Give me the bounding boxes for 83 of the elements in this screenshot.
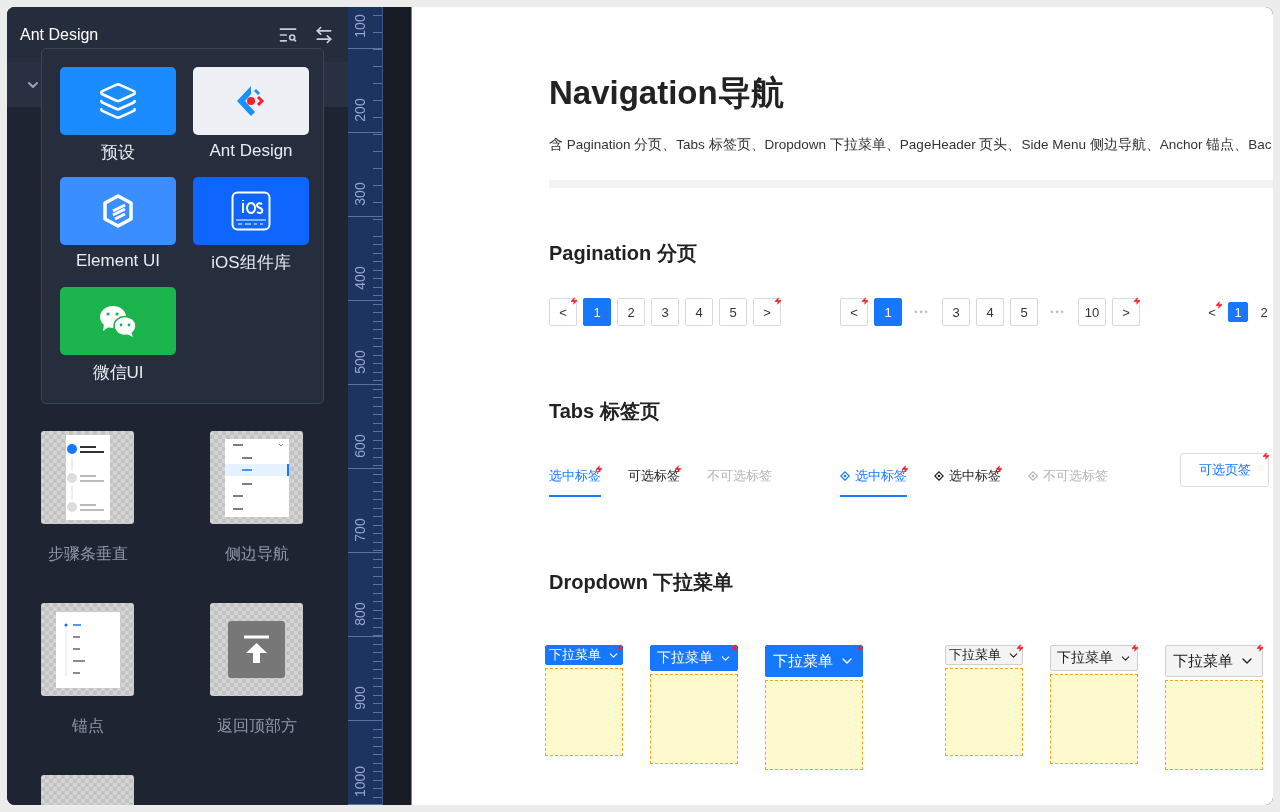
page-button[interactable]: 5 xyxy=(719,298,747,326)
component-thumbnail[interactable] xyxy=(41,603,134,696)
page-button[interactable]: 4 xyxy=(976,298,1004,326)
dropdown-button[interactable]: 下拉菜单 xyxy=(650,645,738,671)
lightning-icon xyxy=(1215,301,1223,309)
library-title: Ant Design xyxy=(20,25,100,44)
library-tile[interactable] xyxy=(60,177,176,245)
lightning-icon xyxy=(861,297,869,305)
lightning-icon xyxy=(774,297,782,305)
component-label: 返回顶部方 xyxy=(216,716,297,736)
page-button[interactable]: 5 xyxy=(1010,298,1038,326)
lightning-icon xyxy=(1256,644,1264,652)
page-button[interactable]: 4 xyxy=(685,298,713,326)
ruler-label: 800 xyxy=(352,601,368,628)
library-label: 预设 xyxy=(101,142,135,164)
next-page-button[interactable]: > xyxy=(1112,298,1140,326)
card-tab[interactable]: 可选页签 xyxy=(1180,453,1269,487)
component-label: 步骤条垂直 xyxy=(47,544,128,564)
page-button[interactable]: 1 xyxy=(874,298,902,326)
page-button[interactable]: 1 xyxy=(1228,302,1248,322)
lightning-icon xyxy=(731,644,739,652)
component-label: 锚点 xyxy=(71,716,104,736)
diamond-dot-icon xyxy=(1028,471,1038,481)
library-tile[interactable] xyxy=(60,67,176,135)
lightning-icon xyxy=(1133,297,1141,305)
section-heading: Pagination 分页 xyxy=(549,241,698,266)
dropdown-button[interactable]: 下拉菜单 xyxy=(765,645,863,677)
dropdown-button[interactable]: 下拉菜单 xyxy=(1050,645,1138,671)
ruler-label: 200 xyxy=(352,97,368,124)
library-label: Element UI xyxy=(75,251,161,271)
ruler-label: 700 xyxy=(352,517,368,544)
page-title: Navigation导航 xyxy=(549,73,785,113)
component-thumbnail[interactable] xyxy=(210,431,303,524)
page-ellipsis: ••• xyxy=(913,307,931,317)
layers-icon xyxy=(98,81,138,121)
lightning-icon xyxy=(1131,644,1139,652)
ruler-label: 300 xyxy=(352,181,368,208)
component-label: 侧边导航 xyxy=(224,544,289,564)
library-label: 微信UI xyxy=(92,362,144,384)
library-tile[interactable] xyxy=(60,287,176,355)
library-label: iOS组件库 xyxy=(211,252,291,274)
dropdown-button[interactable]: 下拉菜单 xyxy=(945,645,1023,665)
dropdown-button[interactable]: 下拉菜单 xyxy=(545,645,623,665)
ruler-label: 100 xyxy=(352,13,368,40)
library-tile[interactable] xyxy=(193,177,309,245)
page-button[interactable]: 2 xyxy=(617,298,645,326)
previous-page-button[interactable]: < xyxy=(549,298,577,326)
ruler-label: 400 xyxy=(352,265,368,292)
swap-icon[interactable] xyxy=(314,24,334,45)
page-ellipsis: ••• xyxy=(1049,307,1067,317)
tab[interactable]: 选中标签 xyxy=(840,467,907,497)
lightning-icon xyxy=(616,644,624,652)
tab[interactable]: 可选标签 xyxy=(628,467,680,497)
diamond-dot-icon xyxy=(840,471,850,481)
page-description: 含 Pagination 分页、Tabs 标签页、Dropdown 下拉菜单、PageHeader 页头、Side Menu 侧边导航、Anchor 锚点、Bac xyxy=(549,136,1273,154)
page-button[interactable]: 3 xyxy=(942,298,970,326)
lightning-icon xyxy=(570,297,578,305)
next-page-button[interactable]: > xyxy=(753,298,781,326)
lightning-icon xyxy=(1262,452,1270,460)
page-button[interactable]: 3 xyxy=(651,298,679,326)
diamond-dot-icon xyxy=(934,471,944,481)
previous-page-button[interactable]: < xyxy=(840,298,868,326)
lightning-icon xyxy=(856,644,864,652)
library-tile[interactable] xyxy=(193,67,309,135)
chat-bubbles-icon xyxy=(99,304,137,338)
ruler-label: 600 xyxy=(352,433,368,460)
lightning-icon xyxy=(1016,644,1024,652)
library-label: Ant Design xyxy=(209,141,293,161)
ruler-label: 500 xyxy=(352,349,368,376)
dropdown-button[interactable]: 下拉菜单 xyxy=(1165,645,1263,677)
component-thumbnail[interactable] xyxy=(41,431,134,524)
page-button[interactable]: 1 xyxy=(583,298,611,326)
tab[interactable]: 选中标签 xyxy=(549,467,601,497)
hexagon-logo-icon xyxy=(101,193,135,229)
back-to-top-icon xyxy=(228,621,285,678)
page-button[interactable]: 10 xyxy=(1078,298,1106,326)
tab[interactable]: 选中标签 xyxy=(934,467,1001,497)
section-heading: Dropdown 下拉菜单 xyxy=(549,570,735,595)
ios-logo-icon xyxy=(231,191,271,231)
section-heading: Tabs 标签页 xyxy=(549,399,661,424)
component-thumbnail[interactable] xyxy=(210,603,303,696)
ruler-label: 900 xyxy=(352,685,368,712)
ruler-label: 1000 xyxy=(352,767,368,797)
